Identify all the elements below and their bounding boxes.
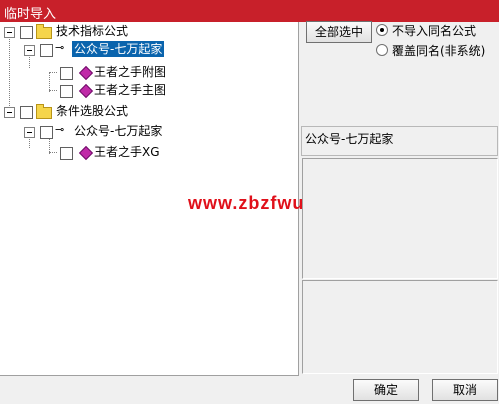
tree-node-label: 王者之手附图	[94, 65, 167, 79]
selected-name-box: 公众号-七万起家	[301, 126, 498, 156]
folder-icon	[36, 104, 52, 119]
collapse-expander-icon[interactable]	[24, 127, 35, 138]
key-icon: ⊸	[55, 41, 65, 54]
gem-icon	[78, 65, 94, 81]
selected-name-text: 公众号-七万起家	[305, 132, 394, 146]
collapse-expander-icon[interactable]	[4, 107, 15, 118]
collapse-expander-icon[interactable]	[24, 45, 35, 56]
tree-checkbox[interactable]	[40, 44, 53, 57]
tree-node-formula[interactable]: 王者之手附图	[0, 64, 200, 82]
title-bar: 临时导入	[0, 0, 499, 22]
select-all-button[interactable]: 全部选中	[306, 21, 372, 43]
folder-icon	[36, 24, 52, 39]
tree-node-formula[interactable]: 王者之手主图	[0, 82, 200, 100]
tree-node-label: 公众号-七万起家	[74, 124, 163, 138]
radio-no-import-label[interactable]: 不导入同名公式	[392, 22, 476, 39]
tree-checkbox[interactable]	[60, 67, 73, 80]
ok-button[interactable]: 确定	[353, 379, 419, 401]
tree-checkbox[interactable]	[60, 147, 73, 160]
tree-checkbox[interactable]	[20, 106, 33, 119]
radio-no-import[interactable]	[376, 24, 388, 36]
window-title: 临时导入	[4, 7, 57, 22]
parameter-panel	[302, 280, 498, 374]
key-icon: ⊸	[55, 123, 65, 136]
radio-overwrite[interactable]	[376, 44, 388, 56]
tree-node-formula[interactable]: 王者之手XG	[0, 144, 200, 162]
cancel-button[interactable]: 取消	[432, 379, 498, 401]
tree-checkbox[interactable]	[40, 126, 53, 139]
description-panel	[302, 158, 498, 279]
tree-node-label: 王者之手XG	[94, 145, 160, 159]
tree-checkbox[interactable]	[60, 85, 73, 98]
tree-checkbox[interactable]	[20, 26, 33, 39]
radio-overwrite-label[interactable]: 覆盖同名(非系统)	[392, 42, 485, 59]
tree-node-stock-selection[interactable]: 条件选股公式	[0, 102, 200, 120]
tree-node-label: 王者之手主图	[94, 83, 167, 97]
tree-node-group[interactable]: ⊸ 公众号-七万起家	[0, 122, 200, 140]
tree-node-label: 条件选股公式	[56, 104, 129, 118]
collapse-expander-icon[interactable]	[4, 27, 15, 38]
tree-node-label: 技术指标公式	[56, 24, 129, 38]
gem-icon	[78, 83, 94, 99]
tree-node-tech-indicator[interactable]: 技术指标公式	[0, 22, 200, 40]
tree-node-group[interactable]: ⊸ 公众号-七万起家	[0, 40, 200, 58]
tree-node-label: 公众号-七万起家	[72, 41, 165, 57]
gem-icon	[78, 145, 94, 161]
